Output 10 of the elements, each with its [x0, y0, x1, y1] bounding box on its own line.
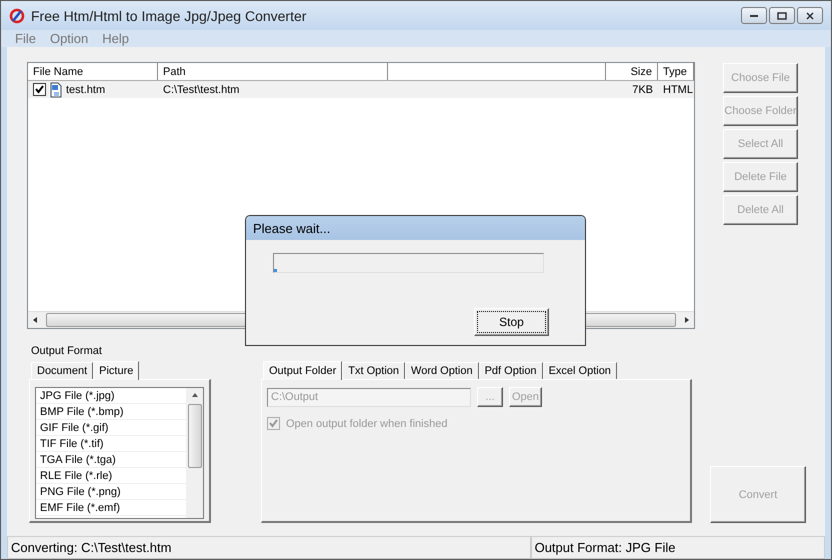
dialog-title: Please wait... — [246, 216, 585, 240]
status-text: Output Format: JPG File — [530, 537, 825, 559]
section-label: Output Format — [31, 345, 103, 357]
file-path: C:\Test\test.htm — [163, 84, 240, 96]
file-size: 7KB — [632, 84, 653, 96]
file-name: test.htm — [66, 84, 106, 96]
file-type: HTML — [663, 84, 693, 96]
window-title: Free Htm/Html to Image Jpg/Jpeg Converter — [31, 8, 306, 24]
checkbox-label: Open output folder when finished — [286, 418, 448, 430]
status-text: Converting: C:\Test\test.htm — [7, 537, 531, 559]
